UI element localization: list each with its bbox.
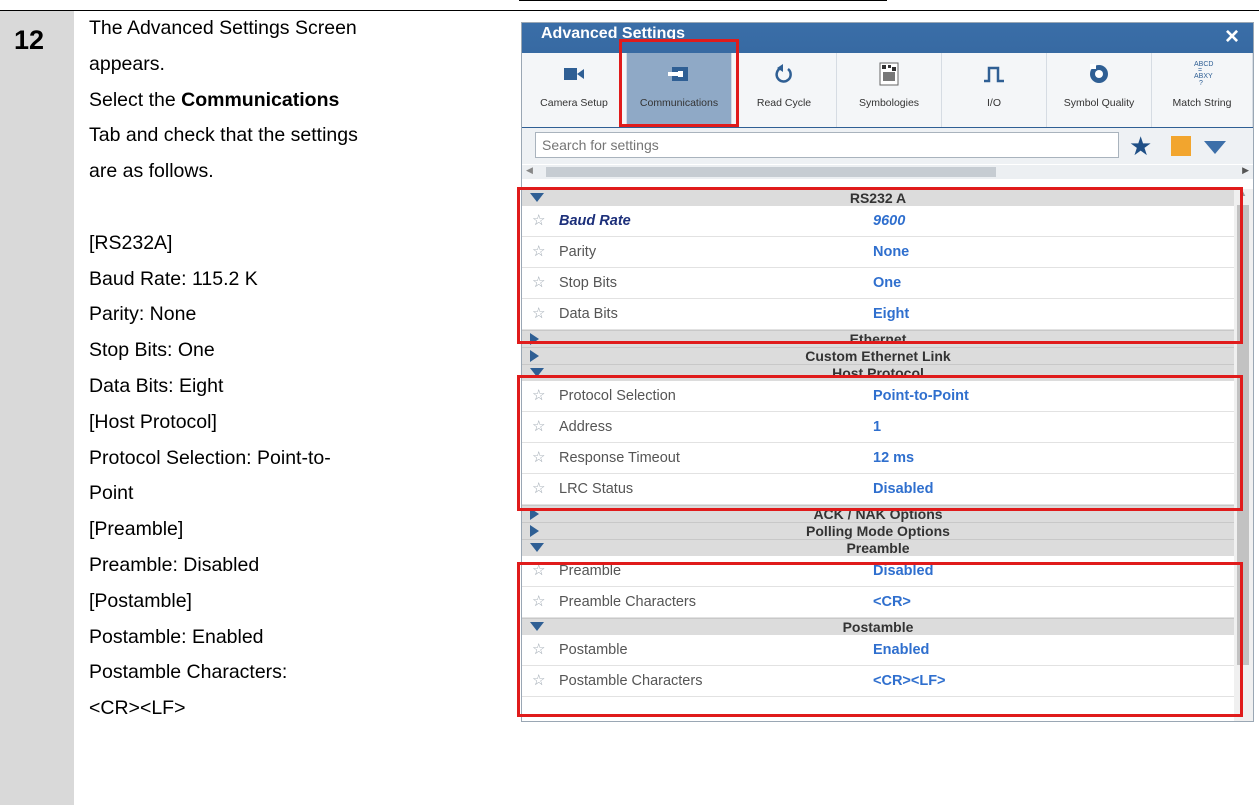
tab-label: Read Cycle	[756, 97, 812, 109]
section-header-custom-ethernet-link[interactable]: Custom Ethernet Link	[522, 347, 1234, 364]
instruction-line: The Advanced Settings Screen	[89, 17, 357, 39]
highlight-preamble-postamble	[517, 562, 1243, 717]
step-number: 12	[14, 25, 45, 55]
instruction-line: <CR><LF>	[89, 697, 186, 720]
instruction-line: are as follows.	[89, 160, 214, 183]
instruction-line: Postamble: Enabled	[89, 625, 264, 648]
horizontal-scrollbar[interactable]: ◀ ▶	[522, 165, 1253, 179]
tab-symbol-quality[interactable]: Symbol Quality	[1047, 53, 1152, 127]
search-row: ★	[522, 128, 1253, 164]
expand-arrow-icon[interactable]	[530, 525, 539, 537]
instruction-line: Tab and check that the settings	[89, 124, 358, 147]
camera-icon	[522, 61, 626, 87]
horizontal-scroll-thumb[interactable]	[546, 167, 996, 177]
step-instructions: The Advanced Settings Screen appears. Sele…	[89, 11, 499, 727]
tab-camera-setup[interactable]: Camera Setup	[522, 53, 627, 127]
svg-text:ABCD: ABCD	[1194, 61, 1213, 68]
instruction-line: [Host Protocol]	[89, 410, 217, 433]
collapse-arrow-icon[interactable]	[530, 543, 544, 552]
scroll-right-icon[interactable]: ▶	[1242, 165, 1249, 176]
instruction-line: Data Bits: Eight	[89, 374, 224, 397]
instruction-line: Select the Communications	[89, 88, 340, 111]
scroll-left-icon[interactable]: ◀	[526, 165, 533, 176]
instruction-line: [Postamble]	[89, 589, 192, 612]
section-title: Preamble	[846, 540, 910, 556]
tab-symbologies[interactable]: Symbologies	[837, 53, 942, 127]
search-input[interactable]	[535, 132, 1119, 158]
highlight-rs232a	[517, 187, 1243, 344]
io-pulse-icon	[942, 61, 1046, 87]
tab-label: I/O	[986, 97, 1001, 109]
svg-text:?: ?	[1199, 80, 1203, 87]
section-title: Polling Mode Options	[806, 523, 950, 539]
symbol-quality-icon	[1047, 61, 1151, 87]
tab-read-cycle[interactable]: Read Cycle	[732, 53, 837, 127]
instruction-line: Parity: None	[89, 303, 197, 326]
match-string-icon: ABCD = ABXY?	[1152, 61, 1252, 87]
instruction-line	[89, 190, 499, 226]
instruction-line: Postamble Characters:	[89, 661, 288, 684]
svg-text:ABXY: ABXY	[1194, 73, 1213, 80]
step-column: 12	[0, 11, 74, 805]
expand-arrow-icon[interactable]	[530, 350, 539, 362]
tab-i-o[interactable]: I/O	[942, 53, 1047, 127]
instruction-line: [RS232A]	[89, 231, 173, 254]
instruction-line: Protocol Selection: Point-to-	[89, 446, 331, 469]
section-header-preamble[interactable]: Preamble	[522, 539, 1234, 556]
close-icon[interactable]: ×	[1225, 23, 1239, 51]
tab-label: Symbol Quality	[1063, 97, 1135, 109]
orange-square-icon[interactable]	[1171, 136, 1191, 156]
read-cycle-icon	[732, 61, 836, 87]
tab-match-string[interactable]: ABCD = ABXY? Match String	[1152, 53, 1253, 127]
section-title: Custom Ethernet Link	[805, 348, 951, 364]
instruction-line: appears.	[89, 52, 165, 75]
instruction-line: Stop Bits: One	[89, 339, 215, 362]
instruction-line: Preamble: Disabled	[89, 553, 260, 576]
highlight-host-protocol	[517, 375, 1243, 511]
instruction-line: [Preamble]	[89, 518, 184, 541]
tab-label: Symbologies	[858, 97, 920, 109]
top-rule-short	[519, 0, 887, 1]
dropdown-triangle-icon[interactable]	[1204, 141, 1226, 154]
section-header-polling-mode-options[interactable]: Polling Mode Options	[522, 522, 1234, 539]
symbologies-icon	[837, 61, 941, 87]
tab-label: Match String	[1172, 97, 1232, 109]
favorites-star-icon[interactable]: ★	[1129, 131, 1152, 162]
instruction-line: Baud Rate: 115.2 K	[89, 267, 258, 290]
tab-label: Camera Setup	[540, 97, 608, 109]
highlight-communications-tab	[619, 39, 739, 127]
instruction-line: Point	[89, 482, 134, 505]
